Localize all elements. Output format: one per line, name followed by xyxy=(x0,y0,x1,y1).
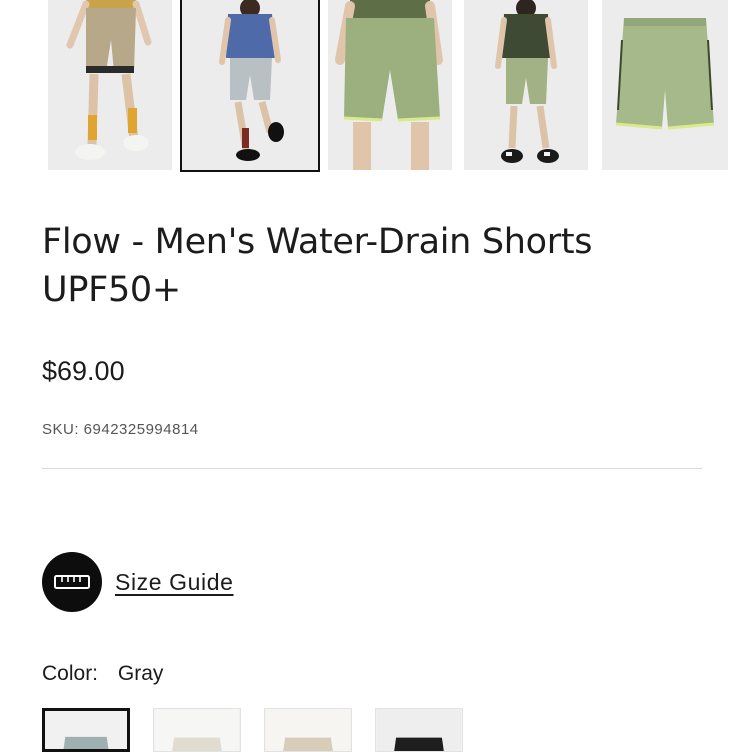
gallery-thumbnail-1[interactable] xyxy=(48,0,172,170)
product-price: $69.00 xyxy=(42,356,125,386)
gallery-thumbnail-4[interactable] xyxy=(464,0,588,170)
ruler-icon xyxy=(42,552,102,612)
model-green-shorts-image xyxy=(464,0,588,170)
gallery-thumbnail-2[interactable] xyxy=(180,0,320,172)
section-divider xyxy=(42,468,702,469)
size-guide-link[interactable]: Size Guide xyxy=(42,552,234,612)
gallery-thumbnail-5[interactable] xyxy=(602,0,728,170)
color-swatch-black[interactable] xyxy=(375,708,463,752)
product-sku: SKU: 6942325994814 xyxy=(42,421,199,438)
product-title: Flow - Men's Water-Drain Shorts UPF50+ xyxy=(42,222,593,310)
product-image-gallery xyxy=(48,0,728,176)
beige-shorts-swatch-image xyxy=(266,709,350,751)
model-khaki-shorts-image xyxy=(48,0,172,170)
color-swatch-beige[interactable] xyxy=(264,708,352,752)
gallery-thumbnail-3[interactable] xyxy=(328,0,452,170)
color-swatch-off-white[interactable] xyxy=(153,708,241,752)
color-label: Color: xyxy=(42,662,99,685)
black-shorts-swatch-image xyxy=(377,709,461,751)
green-shorts-flatlay-image xyxy=(602,0,728,170)
selected-color-value: Gray xyxy=(117,662,164,685)
color-selector-label: Color: Gray xyxy=(42,662,163,686)
size-guide-label[interactable]: Size Guide xyxy=(115,569,234,596)
model-gray-shorts-image xyxy=(182,0,318,170)
color-swatch-gray[interactable] xyxy=(42,708,130,752)
green-shorts-closeup-image xyxy=(328,0,452,170)
off-white-shorts-swatch-image xyxy=(155,709,239,751)
gray-shorts-swatch-image xyxy=(48,711,124,749)
